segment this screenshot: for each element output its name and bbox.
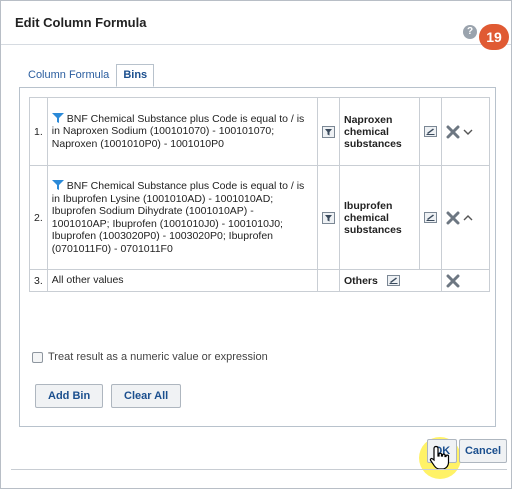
numeric-option[interactable]: Treat result as a numeric value or expre… — [32, 351, 268, 363]
edit-condition-cell — [317, 269, 340, 292]
bin-name-line: Naproxen — [344, 113, 393, 126]
clear-all-button[interactable]: Clear All — [111, 384, 182, 408]
bin-row-3: 3. All other values Others — [29, 269, 490, 292]
bin-condition: BNF Chemical Substance plus Code is equa… — [46, 97, 319, 166]
bin-actions — [441, 97, 490, 166]
dialog-title-bar: Edit Column Formula ? 19 — [1, 1, 511, 50]
bin-number: 3. — [29, 269, 48, 292]
delete-bin-icon[interactable] — [446, 211, 460, 225]
tab-bins[interactable]: Bins — [116, 64, 155, 87]
rename-bin-icon[interactable] — [386, 275, 400, 287]
add-bin-button[interactable]: Add Bin — [35, 384, 104, 408]
bin-name-line: chemical — [344, 125, 389, 138]
bins-table: 1. BNF Chemical Substance plus Code is e… — [29, 97, 490, 292]
tab-column-formula[interactable]: Column Formula — [21, 64, 116, 87]
bin-name-line: chemical — [344, 211, 389, 224]
filter-icon — [51, 180, 64, 190]
numeric-checkbox[interactable] — [32, 351, 43, 363]
bin-actions — [441, 269, 490, 292]
rename-bin-icon[interactable] — [424, 212, 437, 224]
edit-filter-icon[interactable] — [322, 211, 335, 224]
formula-tabs: Column Formula Bins — [21, 63, 155, 87]
bin-number: 2. — [29, 165, 48, 270]
step-number-badge: 19 — [479, 24, 509, 50]
bin-name-line: substances — [344, 223, 402, 236]
bin-name: Naproxen chemical substances — [344, 114, 402, 150]
bins-panel: 1. BNF Chemical Substance plus Code is e… — [19, 87, 496, 427]
delete-bin-icon[interactable] — [446, 125, 460, 139]
bin-row-1: 1. BNF Chemical Substance plus Code is e… — [29, 97, 490, 166]
bin-name-line: Ibuprofen — [344, 199, 393, 212]
bin-condition: BNF Chemical Substance plus Code is equa… — [46, 165, 319, 270]
dialog-footer-divider — [11, 469, 507, 470]
edit-condition-cell — [317, 165, 340, 270]
filter-icon — [51, 112, 64, 123]
chevron-up-icon[interactable] — [463, 214, 473, 222]
bin-name-line: substances — [344, 137, 402, 150]
rename-cell — [419, 165, 442, 270]
cancel-button[interactable]: Cancel — [459, 439, 507, 463]
bin-name-line: Others — [344, 274, 378, 287]
rename-cell — [419, 97, 442, 166]
help-icon[interactable]: ? — [463, 25, 477, 39]
edit-filter-icon[interactable] — [322, 125, 335, 138]
hand-pointer-icon — [429, 445, 450, 470]
bin-condition-text: BNF Chemical Substance plus Code is equa… — [51, 112, 305, 150]
bin-number: 1. — [29, 97, 48, 166]
edit-condition-cell — [317, 97, 340, 166]
numeric-option-label: Treat result as a numeric value or expre… — [48, 351, 268, 363]
bin-condition-text: All other values — [51, 274, 124, 287]
bin-condition: All other values — [46, 269, 319, 292]
bin-name: Ibuprofen chemical substances — [344, 200, 402, 236]
bin-name-cell: Others — [339, 269, 442, 292]
dialog-title: Edit Column Formula — [15, 15, 147, 30]
bin-name-cell: Ibuprofen chemical substances — [339, 165, 420, 270]
bin-condition-text: BNF Chemical Substance plus Code is equa… — [51, 180, 305, 255]
edit-column-formula-dialog: Edit Column Formula ? 19 Column Formula … — [0, 0, 512, 489]
rename-bin-icon[interactable] — [424, 126, 437, 138]
bin-row-2: 2. BNF Chemical Substance plus Code is e… — [29, 165, 490, 270]
bin-name-cell: Naproxen chemical substances — [339, 97, 420, 166]
chevron-down-icon[interactable] — [463, 128, 473, 136]
bin-actions — [441, 165, 490, 270]
delete-bin-icon[interactable] — [446, 274, 460, 288]
